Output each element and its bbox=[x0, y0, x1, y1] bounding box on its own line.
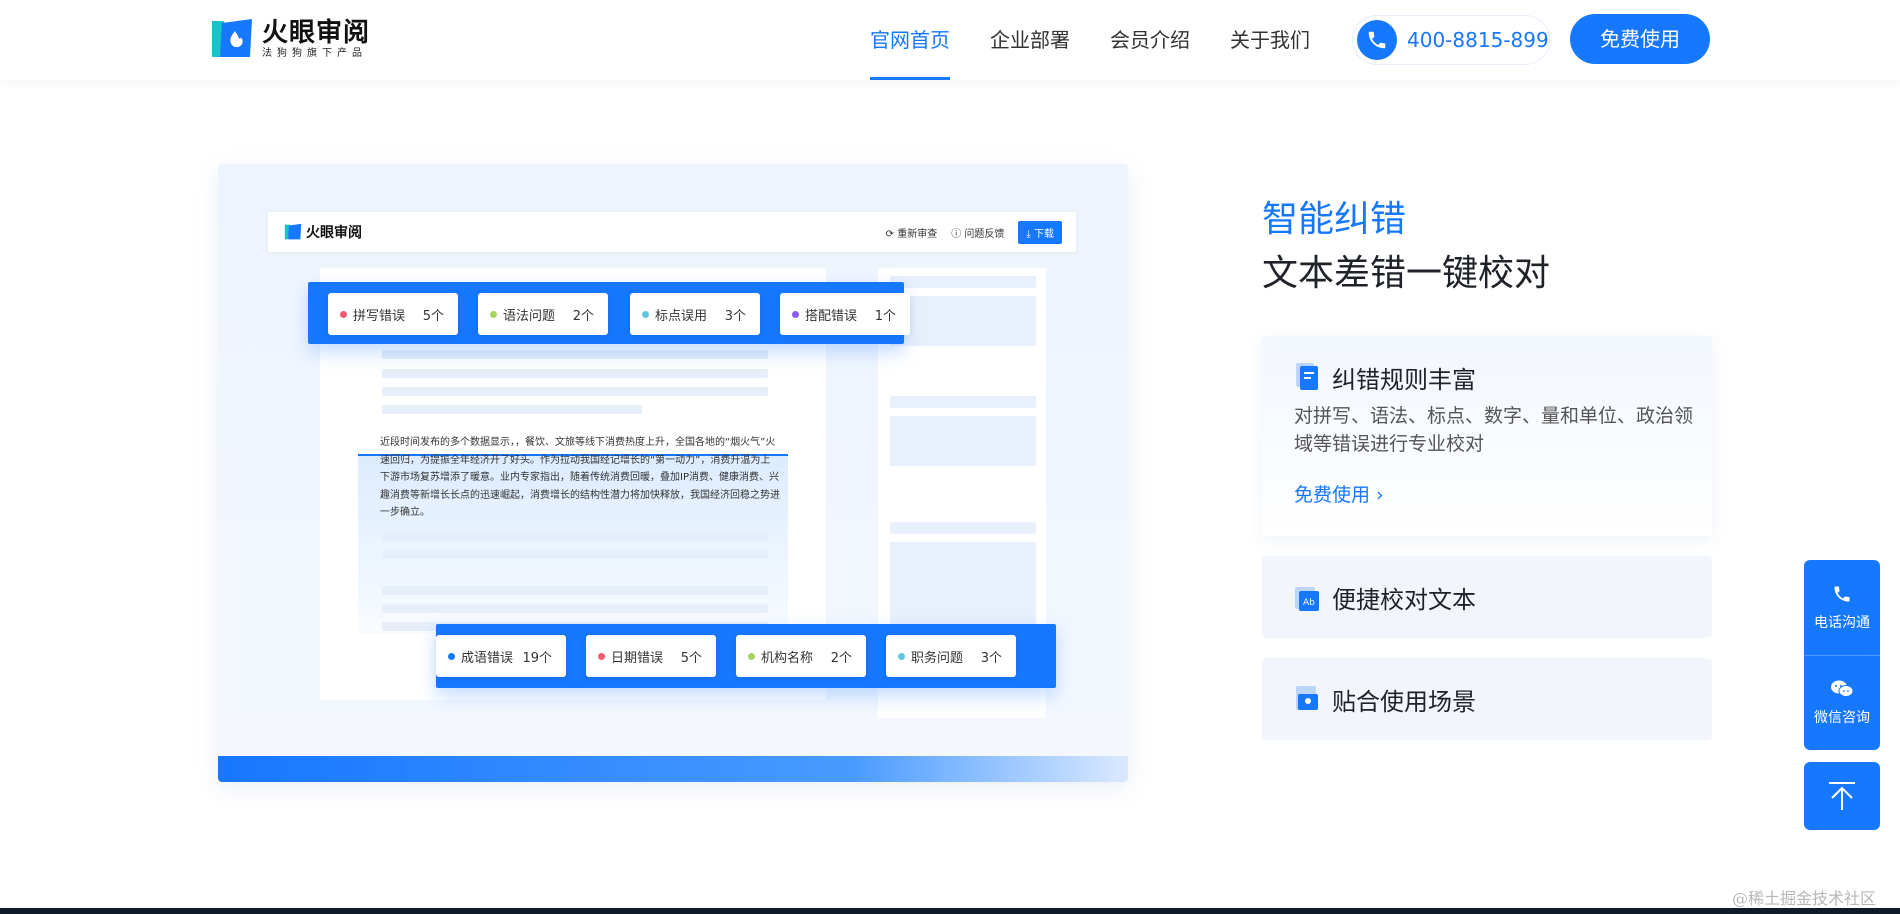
demo-refresh: ⟳ 重新审查 bbox=[885, 229, 938, 240]
scene-icon bbox=[1296, 686, 1318, 710]
footer-edge bbox=[0, 908, 1900, 914]
document-check-icon bbox=[1296, 363, 1318, 390]
card-title-scene: 贴合使用场景 bbox=[1332, 688, 1476, 716]
tag-spelling: 拼写错误 5个 bbox=[328, 293, 458, 335]
site-logo[interactable]: 火眼审阅 法狗狗旗下产品 bbox=[210, 16, 370, 62]
nav-membership[interactable]: 会员介绍 bbox=[1110, 0, 1190, 80]
demo-download: ⤓ 下载 bbox=[1018, 221, 1062, 244]
logo-title: 火眼审阅 bbox=[262, 18, 371, 48]
logo-mark-icon bbox=[212, 19, 252, 57]
back-to-top-button[interactable] bbox=[1804, 762, 1880, 830]
tag-collocation: 搭配错误 1个 bbox=[780, 293, 910, 335]
float-wechat-button[interactable]: 微信咨询 bbox=[1804, 655, 1880, 750]
feature-card-proofread[interactable]: Ab 便捷校对文本 bbox=[1262, 556, 1712, 638]
demo-document-text: 近段时间发布的多个数据显示，，餐饮、文旅等线下消费热度上升，全国各地的“烟火气”… bbox=[380, 437, 780, 518]
card-title-rules: 纠错规则丰富 bbox=[1332, 366, 1476, 394]
nav-home[interactable]: 官网首页 bbox=[870, 0, 950, 80]
wechat-icon bbox=[1831, 680, 1854, 697]
card-free-link[interactable]: 免费使用 › bbox=[1294, 480, 1384, 507]
demo-app-title: 火眼审阅 bbox=[306, 225, 362, 241]
watermark: @稀土掘金技术社区 bbox=[1732, 889, 1877, 908]
feature-card-rules[interactable]: 纠错规则丰富 对拼写、语法、标点、数字、量和单位、政治领域等错误进行专业校对 免… bbox=[1262, 336, 1712, 536]
text-proof-icon: Ab bbox=[1295, 587, 1319, 611]
tag-organization: 机构名称 2个 bbox=[736, 635, 866, 677]
phone-number: 400-8815-899 bbox=[1407, 28, 1549, 52]
demo-feedback: ⓘ 问题反馈 bbox=[951, 229, 1005, 240]
logo-subtitle: 法狗狗旗下产品 bbox=[262, 48, 367, 59]
tag-position: 职务问题 3个 bbox=[886, 635, 1016, 677]
demo-logo-icon bbox=[284, 223, 302, 240]
feature-kicker: 智能纠错 bbox=[1262, 199, 1407, 240]
demo-app-bar: 火眼审阅 ⟳ 重新审查 ⓘ 问题反馈 ⤓ 下载 bbox=[268, 212, 1076, 252]
feature-title: 文本差错一键校对 bbox=[1262, 253, 1551, 294]
site-header: 火眼审阅 法狗狗旗下产品 官网首页 企业部署 会员介绍 关于我们 400-881… bbox=[0, 0, 1900, 80]
svg-text:Ab: Ab bbox=[1303, 598, 1315, 608]
tag-date: 日期错误 5个 bbox=[586, 635, 716, 677]
arrow-up-icon bbox=[1829, 782, 1855, 810]
demo-app-logo: 火眼审阅 bbox=[284, 222, 362, 242]
feature-card-scene[interactable]: 贴合使用场景 bbox=[1262, 658, 1712, 740]
demo-bottom-gradient bbox=[218, 756, 1128, 782]
tag-idiom: 成语错误 19个 bbox=[436, 635, 566, 677]
card-title-proofread: 便捷校对文本 bbox=[1332, 586, 1476, 614]
phone-icon bbox=[1357, 20, 1397, 60]
phone-icon bbox=[1834, 586, 1850, 601]
nav-enterprise[interactable]: 企业部署 bbox=[990, 0, 1070, 80]
demo-actions: ⟳ 重新审查 ⓘ 问题反馈 ⤓ 下载 bbox=[886, 221, 1062, 244]
float-phone-button[interactable]: 电话沟通 bbox=[1804, 560, 1880, 655]
tag-punctuation: 标点误用 3个 bbox=[630, 293, 760, 335]
free-trial-button[interactable]: 免费使用 bbox=[1570, 14, 1710, 64]
nav-about[interactable]: 关于我们 bbox=[1230, 0, 1310, 80]
phone-contact[interactable]: 400-8815-899 bbox=[1352, 15, 1550, 65]
product-demo-image: 火眼审阅 ⟳ 重新审查 ⓘ 问题反馈 ⤓ 下载 近段时间发布的多个数据显示，，餐… bbox=[218, 164, 1128, 782]
card-desc-rules: 对拼写、语法、标点、数字、量和单位、政治领域等错误进行专业校对 bbox=[1294, 405, 1694, 455]
main-nav: 官网首页 企业部署 会员介绍 关于我们 bbox=[870, 0, 1350, 80]
tag-grammar: 语法问题 2个 bbox=[478, 293, 608, 335]
floating-contact: 电话沟通 微信咨询 bbox=[1804, 560, 1880, 750]
